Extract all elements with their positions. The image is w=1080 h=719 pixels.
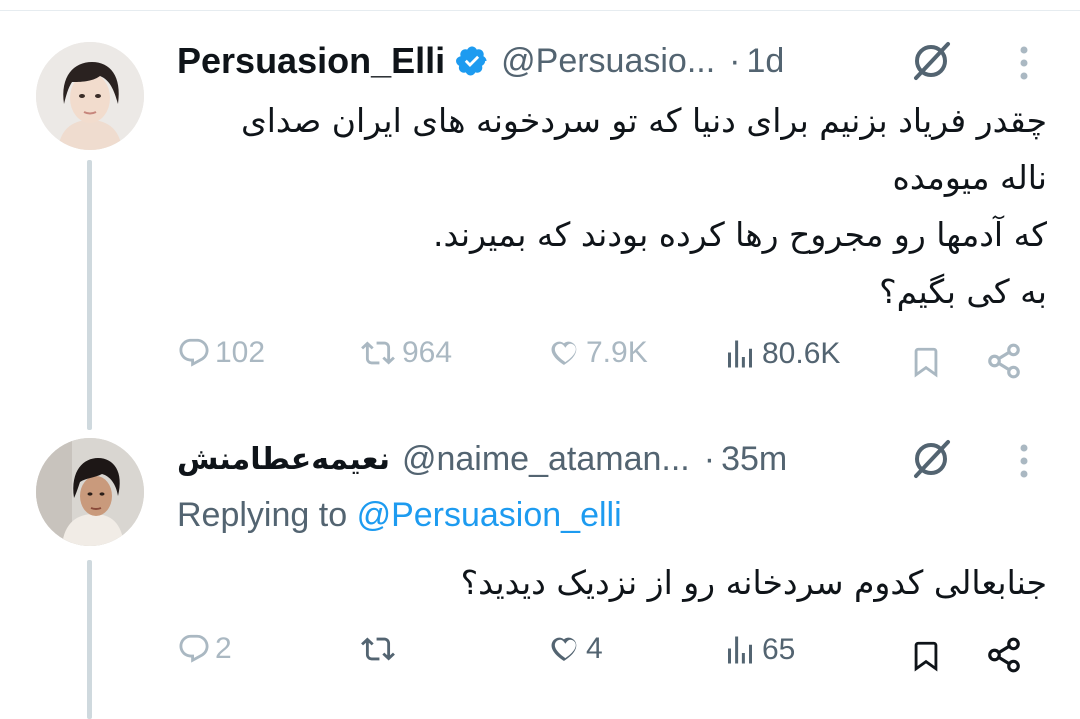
tweet-text-line: ناله میومده bbox=[892, 158, 1047, 197]
like-button[interactable]: 4 bbox=[546, 632, 603, 666]
tweet-header: نعیمه‌عطامنش @naime_ataman... · 35m bbox=[177, 436, 787, 482]
retweet-icon bbox=[361, 637, 395, 661]
reply-button[interactable]: 102 bbox=[177, 336, 265, 370]
handle[interactable]: @Persuasio... bbox=[501, 42, 715, 81]
tweet-text-line: به کی بگیم؟ bbox=[879, 272, 1047, 311]
timestamp[interactable]: 1d bbox=[747, 42, 785, 81]
reply-button[interactable]: 2 bbox=[177, 632, 232, 666]
replying-label: Replying to bbox=[177, 496, 348, 534]
separator-dot: · bbox=[729, 41, 741, 80]
like-count: 7.9K bbox=[586, 336, 648, 369]
retweet-count: 964 bbox=[402, 336, 453, 369]
tweet-text-line: چقدر فریاد بزنیم برای دنیا که تو سردخونه… bbox=[240, 101, 1047, 140]
thread-connector bbox=[87, 160, 92, 430]
reply-count: 2 bbox=[215, 632, 232, 665]
tweet-header: Persuasion_Elli @Persuasio... · 1d bbox=[177, 38, 784, 84]
reply-icon bbox=[179, 338, 209, 367]
retweet-button[interactable]: 964 bbox=[358, 336, 452, 370]
replying-to: Replying to @Persuasion_elli bbox=[177, 496, 622, 535]
grok-icon[interactable] bbox=[908, 436, 954, 482]
grok-icon[interactable] bbox=[908, 38, 954, 84]
replying-mention[interactable]: @Persuasion_elli bbox=[357, 496, 622, 534]
display-name[interactable]: نعیمه‌عطامنش bbox=[177, 442, 390, 477]
like-count: 4 bbox=[586, 632, 603, 665]
reply-count: 102 bbox=[215, 336, 266, 369]
reply-icon bbox=[179, 634, 209, 663]
views-count: 80.6K bbox=[762, 337, 841, 370]
avatar[interactable] bbox=[36, 438, 144, 546]
bookmark-icon[interactable] bbox=[909, 342, 943, 382]
tweet-text: جنابعالی کدوم سردخانه رو از نزدیک دیدید؟ bbox=[177, 554, 1047, 611]
share-icon[interactable] bbox=[985, 342, 1023, 380]
views-icon bbox=[728, 340, 752, 368]
retweet-icon bbox=[361, 341, 395, 365]
timestamp[interactable]: 35m bbox=[721, 440, 787, 479]
tweet-text-line: که آدمها رو مجروح رها کرده بودند که بمیر… bbox=[433, 215, 1047, 254]
more-icon[interactable] bbox=[1018, 442, 1030, 482]
share-icon[interactable] bbox=[985, 636, 1023, 674]
top-divider bbox=[0, 10, 1080, 11]
like-icon bbox=[551, 341, 577, 365]
tweet-actions: 2 4 65 bbox=[0, 632, 1080, 682]
views-count: 65 bbox=[762, 633, 796, 666]
verified-icon bbox=[456, 46, 487, 76]
like-icon bbox=[551, 637, 577, 661]
tweet-text-line: جنابعالی کدوم سردخانه رو از نزدیک دیدید؟ bbox=[460, 563, 1047, 602]
views-button[interactable]: 65 bbox=[722, 632, 795, 668]
handle[interactable]: @naime_ataman... bbox=[402, 440, 690, 479]
views-button[interactable]: 80.6K bbox=[722, 336, 840, 372]
tweet-text: چقدر فریاد بزنیم برای دنیا که تو سردخونه… bbox=[177, 92, 1047, 320]
tweet-actions: 102 964 7.9K 80.6K bbox=[0, 336, 1080, 386]
display-name[interactable]: Persuasion_Elli bbox=[177, 40, 445, 82]
separator-dot: · bbox=[703, 439, 716, 478]
like-button[interactable]: 7.9K bbox=[546, 336, 648, 370]
retweet-button[interactable] bbox=[358, 632, 398, 666]
bookmark-icon[interactable] bbox=[909, 636, 943, 676]
more-icon[interactable] bbox=[1018, 44, 1030, 84]
avatar[interactable] bbox=[36, 42, 144, 150]
views-icon bbox=[728, 636, 752, 664]
